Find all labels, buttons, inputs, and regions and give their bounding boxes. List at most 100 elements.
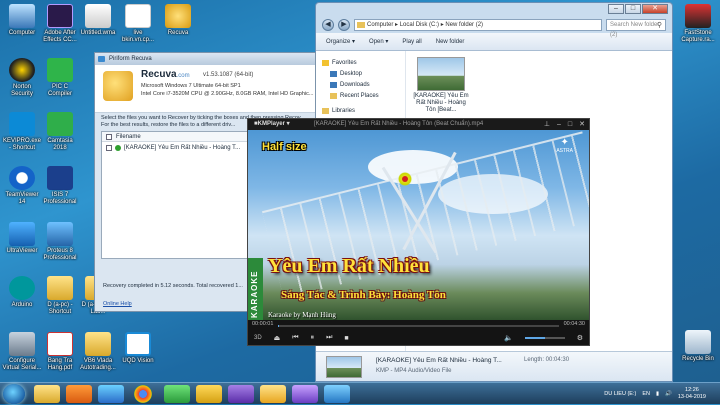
desktop-icon-teamviewer[interactable]: TeamViewer 14 xyxy=(2,166,42,206)
control-buttons: 3D ⏏ ⏮ ⏸ ⏭ ■ 🔈 ⚙ xyxy=(254,333,583,343)
seek-bar[interactable] xyxy=(278,325,559,327)
file-item-karaoke[interactable]: [KARAOKE] Yêu Em Rất Nhiều - Hoàng Tôn [… xyxy=(412,57,470,114)
minimize-button[interactable]: – xyxy=(608,4,624,14)
new-folder-button[interactable]: New folder xyxy=(436,39,465,45)
desktop-icon-label: TeamViewer 14 xyxy=(5,192,39,205)
address-bar[interactable]: Computer ▸ Local Disk (C:) ▸ New folder … xyxy=(354,19,602,31)
nav-favorites[interactable]: Favorites xyxy=(320,57,401,68)
desktop-icon-label: PIC C Compiler xyxy=(47,84,72,97)
minimize-button[interactable]: – xyxy=(557,119,561,130)
nav-desktop[interactable]: Desktop xyxy=(320,68,401,79)
desktop-icon-d-shortcut[interactable]: D (a-pc) - Shortcut xyxy=(40,276,80,316)
taskbar-app-icon[interactable] xyxy=(196,385,222,403)
3d-button[interactable]: 3D xyxy=(254,335,262,341)
details-length: Length: 00:04:30 xyxy=(524,357,570,363)
nav-recent-places[interactable]: Recent Places xyxy=(320,90,401,101)
recuva-titlebar[interactable]: Piriform Recuva xyxy=(95,53,315,65)
desktop-icon-live-bkin[interactable]: live bkin.vn.cp... xyxy=(118,4,158,44)
nav-libraries[interactable]: Libraries xyxy=(320,105,401,116)
explorer-titlebar[interactable]: – □ ✕ xyxy=(316,3,672,17)
next-icon[interactable]: ⏭ xyxy=(326,334,332,342)
osd-message: Half size xyxy=(262,141,307,153)
play-all-button[interactable]: Play all xyxy=(402,39,421,45)
network-icon[interactable]: ▮ xyxy=(656,391,659,397)
desktop-icon-arduino[interactable]: Arduino xyxy=(2,276,42,309)
maximize-button[interactable]: □ xyxy=(568,119,572,130)
desktop-icon-kevipro[interactable]: KEVIPRO.exe - Shortcut xyxy=(2,112,42,152)
desktop-icon-vb6[interactable]: VB6 Vlada Autotrading... xyxy=(78,332,118,372)
desktop-icon-label: Untitled.wma xyxy=(80,30,116,36)
forward-button[interactable]: ▶ xyxy=(338,19,350,31)
kmplayer-window[interactable]: ■KMPlayer ▾ [KARAOKE] Yêu Em Rất Nhiều -… xyxy=(247,118,590,346)
pin-icon[interactable]: ⊥ xyxy=(544,119,550,130)
prev-icon[interactable]: ⏮ xyxy=(292,334,298,342)
serial-port-icon xyxy=(9,332,35,356)
column-filename[interactable]: Filename xyxy=(116,134,141,140)
stop-icon[interactable]: ■ xyxy=(344,335,348,342)
faststone-icon xyxy=(685,4,711,28)
nav-downloads[interactable]: Downloads xyxy=(320,79,401,90)
song-title: Yêu Em Rất Nhiều xyxy=(268,255,430,277)
desktop-icon-isis[interactable]: ISIS 7 Professional xyxy=(40,166,80,206)
kevipro-icon xyxy=(9,112,35,136)
desktop-icon-pdf[interactable]: Bang Tra Hang.pdf xyxy=(40,332,80,372)
seek-bar-fill xyxy=(278,325,280,327)
search-input[interactable]: Search New folder (2) ⚲ xyxy=(606,19,666,38)
breadcrumb[interactable]: Computer ▸ Local Disk (C:) ▸ New folder … xyxy=(367,22,483,28)
close-button[interactable]: ✕ xyxy=(579,119,585,130)
desktop-icon-recuva[interactable]: Recuva xyxy=(158,4,198,37)
video-frame[interactable]: Half size ✦ ASTRA KARAOKE Yêu Em Rất Nhiề… xyxy=(248,130,589,322)
desktop-icon-recycle-bin[interactable]: Recycle Bin xyxy=(678,330,718,363)
clock[interactable]: 12:26 13-04-2019 xyxy=(678,387,706,401)
taskbar-media-icon[interactable] xyxy=(98,385,124,403)
desktop-icon-computer[interactable]: Computer xyxy=(2,4,42,37)
start-button[interactable] xyxy=(3,384,25,404)
desktop-icon-label: Bang Tra Hang.pdf xyxy=(47,358,73,371)
close-button[interactable]: ✕ xyxy=(642,4,668,14)
desktop-icon-label: UltraViewer xyxy=(6,248,38,254)
details-pane: [KARAOKE] Yêu Em Rất Nhiều - Hoàng T... … xyxy=(316,351,672,381)
open-menu[interactable]: Open ▾ xyxy=(369,38,388,45)
organize-menu[interactable]: Organize ▾ xyxy=(326,38,355,45)
computer-icon xyxy=(9,4,35,28)
kmplayer-menu-button[interactable]: ■KMPlayer ▾ xyxy=(254,119,290,130)
drive-label[interactable]: DU LIEU (E:) xyxy=(604,391,636,397)
desktop-icon-after-effects[interactable]: Adobe After Effects CC... xyxy=(40,4,80,44)
taskbar-chrome-icon[interactable] xyxy=(134,385,152,403)
select-all-checkbox[interactable] xyxy=(106,133,112,140)
taskbar-kmplayer-icon[interactable] xyxy=(292,385,318,403)
desktop-icon-pic-c[interactable]: PIC C Compiler xyxy=(40,58,80,98)
kmplayer-titlebar[interactable]: ■KMPlayer ▾ [KARAOKE] Yêu Em Rất Nhiều -… xyxy=(248,119,589,130)
desktop-icon-configure-serial[interactable]: Configure Virtual Serial... xyxy=(2,332,42,372)
volume-tray-icon[interactable]: 🔊 xyxy=(665,391,672,397)
desktop-icon-label: Arduino xyxy=(11,302,33,308)
eject-icon[interactable]: ⏏ xyxy=(274,334,281,342)
taskbar-explorer-icon[interactable] xyxy=(34,385,60,403)
taskbar-folder-icon[interactable] xyxy=(164,385,190,403)
system-tray: DU LIEU (E:) EN ▮ 🔊 12:26 13-04-2019 xyxy=(604,383,706,405)
taskbar-visual-studio-icon[interactable] xyxy=(228,385,254,403)
row-checkbox[interactable] xyxy=(106,144,112,151)
maximize-button[interactable]: □ xyxy=(625,4,641,14)
taskbar-wmp-icon[interactable] xyxy=(66,385,92,403)
desktop-icon-norton[interactable]: Norton Security xyxy=(2,58,42,98)
back-button[interactable]: ◀ xyxy=(322,19,334,31)
desktop-icon-faststone[interactable]: FastStone Capture.ra... xyxy=(678,4,718,44)
karaoke-author: Karaoke by Mạnh Hùng xyxy=(268,311,336,319)
desktop-icon-proteus[interactable]: Proteus 8 Professional xyxy=(40,222,80,262)
volume-slider[interactable] xyxy=(524,337,565,339)
language-indicator[interactable]: EN xyxy=(642,391,650,397)
details-thumbnail xyxy=(326,356,362,378)
online-help-link[interactable]: Online Help xyxy=(103,301,132,307)
pause-icon[interactable]: ⏸ xyxy=(311,334,315,342)
desktop-icon-untitled-wma[interactable]: Untitled.wma xyxy=(78,4,118,37)
teamviewer-icon xyxy=(9,166,35,190)
taskbar-vb-icon[interactable] xyxy=(260,385,286,403)
desktop-icon-camtasia[interactable]: Camtasia 2018 xyxy=(40,112,80,152)
recent-places-icon xyxy=(330,92,337,99)
desktop-icon-uqd[interactable]: UQD Vision xyxy=(118,332,158,365)
taskbar-recuva-icon[interactable] xyxy=(324,385,350,403)
volume-icon[interactable]: 🔈 xyxy=(504,334,513,342)
desktop-icon-ultraviewer[interactable]: UltraViewer xyxy=(2,222,42,255)
settings-icon[interactable]: ⚙ xyxy=(577,334,583,342)
